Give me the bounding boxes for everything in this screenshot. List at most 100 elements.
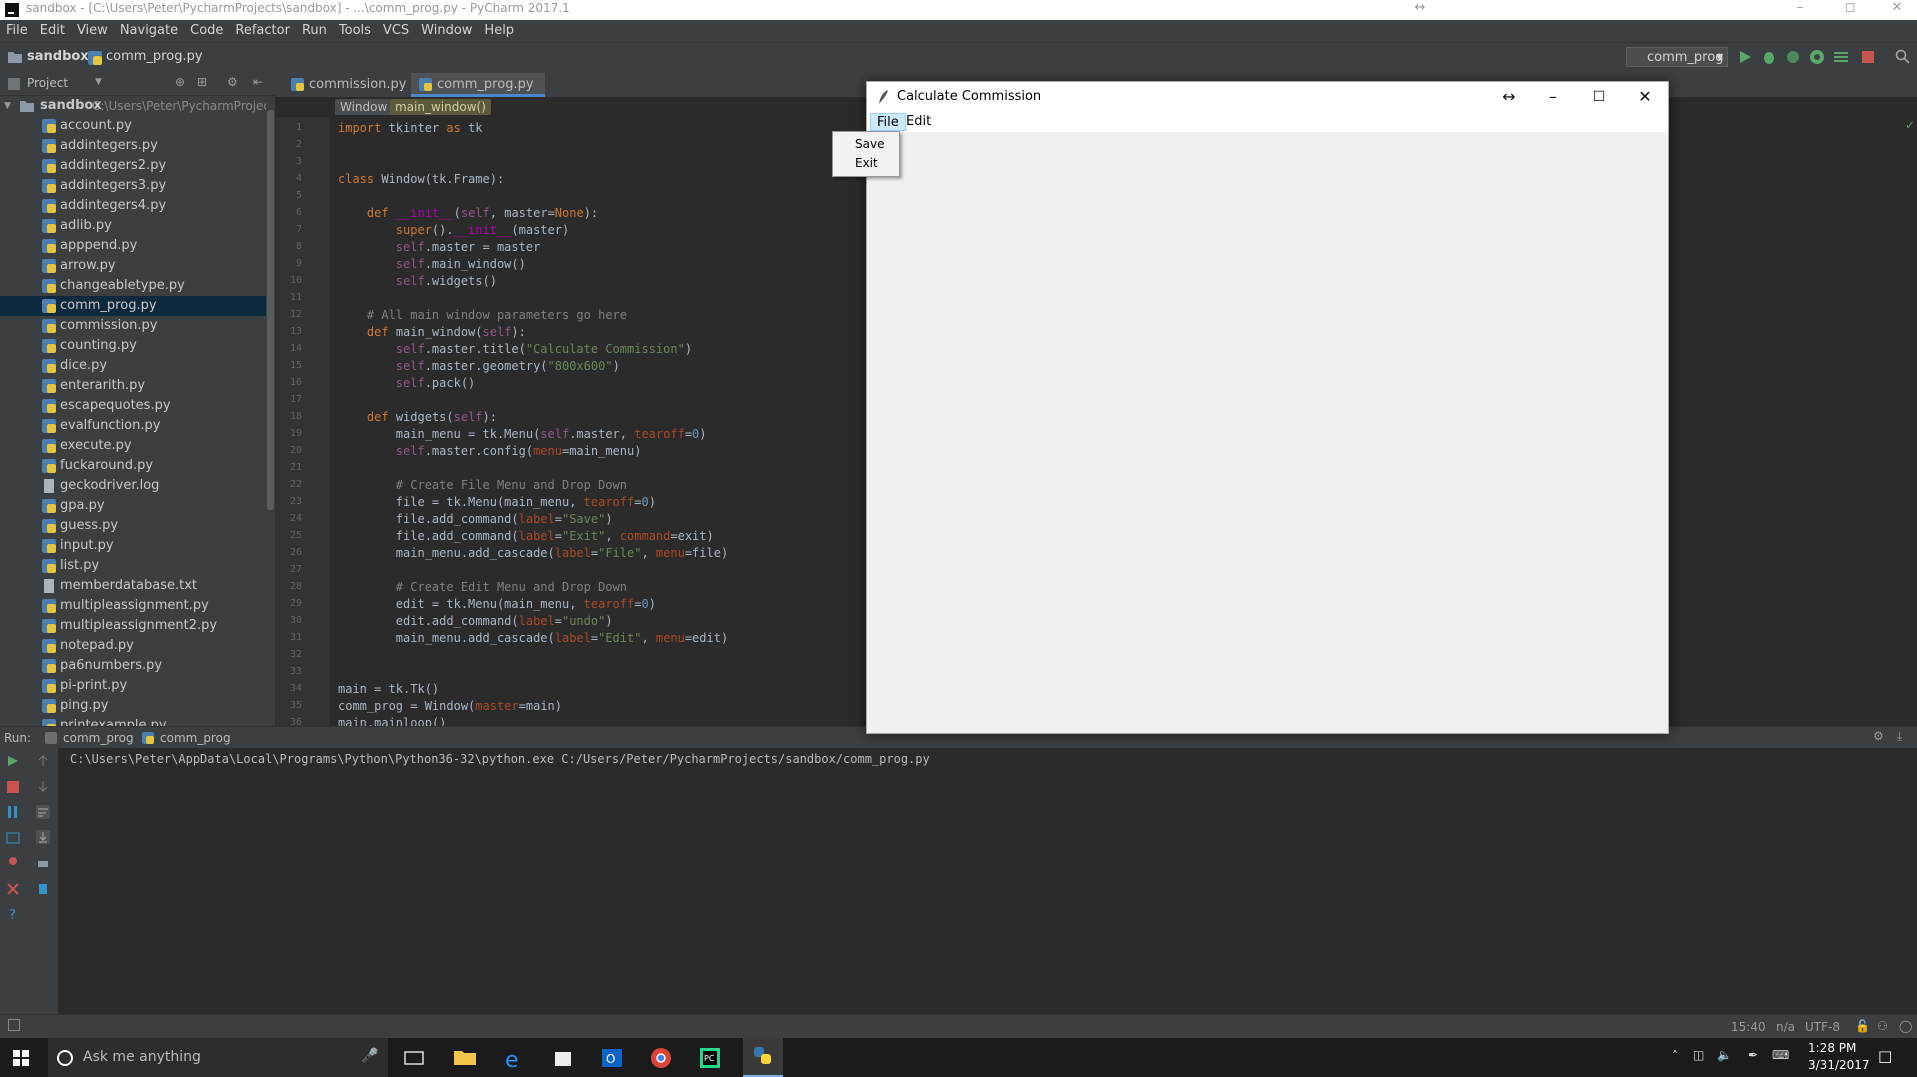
tree-file-item[interactable]: gpa.py (0, 496, 266, 516)
stop-icon[interactable] (1860, 49, 1876, 65)
menu-navigate[interactable]: Navigate (114, 20, 184, 42)
tree-file-item[interactable]: addintegers4.py (0, 196, 266, 216)
edge-browser-icon[interactable]: e (498, 1042, 530, 1074)
sync-icon[interactable]: ⊕ (175, 75, 185, 89)
windows-start-icon[interactable] (13, 1050, 29, 1066)
maximize-button[interactable]: ◻ (1830, 0, 1870, 20)
inspector-icon[interactable]: ⚇ (1877, 1019, 1888, 1033)
menu-file[interactable]: File (0, 20, 34, 42)
action-center-icon[interactable]: □ (1878, 1047, 1892, 1065)
chrome-icon[interactable] (645, 1042, 677, 1074)
scrollbar-thumb[interactable] (267, 110, 274, 510)
store-icon[interactable] (547, 1042, 579, 1074)
tree-file-item[interactable]: enterarith.py (0, 376, 266, 396)
run-configuration-select[interactable]: comm_prog ▼ (1626, 47, 1728, 67)
keyboard-icon[interactable]: ⌨ (1772, 1048, 1789, 1062)
print-icon[interactable] (36, 856, 50, 870)
menu-edit[interactable]: Edit (34, 20, 71, 42)
taskbar-search[interactable]: Ask me anything 🎤 (48, 1038, 388, 1077)
network-icon[interactable]: ◫ (1693, 1048, 1704, 1062)
tk-minimize-button[interactable]: – (1530, 82, 1576, 112)
tk-menu-edit[interactable]: Edit (900, 113, 937, 131)
tool-window-icon[interactable] (8, 1019, 20, 1031)
soft-wrap-icon[interactable] (36, 805, 50, 819)
tree-file-item[interactable]: dice.py (0, 356, 266, 376)
coverage-icon[interactable] (1785, 49, 1801, 65)
tree-file-item[interactable]: arrow.py (0, 256, 266, 276)
search-icon[interactable] (1895, 49, 1911, 65)
tree-file-item[interactable]: addintegers.py (0, 136, 266, 156)
tree-file-item[interactable]: ping.py (0, 696, 266, 716)
tree-file-item[interactable]: addintegers2.py (0, 156, 266, 176)
tree-file-item[interactable]: printexample.py (0, 716, 266, 726)
task-view-icon[interactable] (398, 1042, 430, 1074)
volume-icon[interactable]: 🔈 (1717, 1048, 1732, 1062)
collapse-icon[interactable]: ⊞ (197, 75, 207, 89)
tree-file-item[interactable]: apppend.py (0, 236, 266, 256)
tk-close-button[interactable]: ✕ (1622, 82, 1668, 112)
chevron-down-icon[interactable]: ▼ (4, 96, 11, 116)
menu-vcs[interactable]: VCS (377, 20, 415, 42)
tree-file-item[interactable]: changeabletype.py (0, 276, 266, 296)
gear-icon[interactable]: ⚙ (227, 75, 238, 89)
layout-icon[interactable] (6, 831, 20, 845)
clock-time[interactable]: 1:28 PM (1808, 1041, 1856, 1055)
arrow-down-icon[interactable] (36, 779, 50, 793)
breadcrumb-project[interactable]: sandbox (27, 49, 89, 64)
run-tab-2[interactable]: comm_prog (160, 731, 231, 745)
menu-item-exit[interactable]: Exit (855, 156, 878, 170)
run-tab-1[interactable]: comm_prog (63, 731, 134, 745)
tk-app-window[interactable]: Calculate Commission ↔ – ☐ ✕ File Edit (866, 81, 1669, 734)
tree-file-item[interactable]: fuckaround.py (0, 456, 266, 476)
lock-icon[interactable]: 🔓 (1855, 1019, 1870, 1033)
menu-help[interactable]: Help (478, 20, 520, 42)
project-view-label[interactable]: Project (27, 76, 68, 90)
pin-icon[interactable] (6, 856, 20, 870)
tree-file-item[interactable]: escapequotes.py (0, 396, 266, 416)
menu-run[interactable]: Run (296, 20, 333, 42)
pycharm-icon[interactable]: PC (694, 1042, 726, 1074)
minimize-button[interactable]: – (1780, 0, 1820, 20)
breadcrumb-class[interactable]: Window (335, 99, 393, 115)
tree-file-item[interactable]: execute.py (0, 436, 266, 456)
tree-file-item[interactable]: counting.py (0, 336, 266, 356)
menu-code[interactable]: Code (184, 20, 229, 42)
stop-icon[interactable] (6, 780, 20, 794)
python-taskbar-item[interactable] (743, 1038, 783, 1077)
notifications-icon[interactable]: ◯ (1899, 1019, 1912, 1033)
project-scrollbar[interactable] (266, 96, 275, 726)
tree-file-item[interactable]: pi-print.py (0, 676, 266, 696)
debug-icon[interactable] (1761, 49, 1777, 65)
tree-file-item[interactable]: geckodriver.log (0, 476, 266, 496)
tree-root[interactable]: ▼ sandbox C:\Users\Peter\PycharmProjects… (0, 96, 266, 116)
tree-file-item[interactable]: input.py (0, 536, 266, 556)
run-icon[interactable] (1737, 49, 1753, 65)
tree-file-item[interactable]: commission.py (0, 316, 266, 336)
hide-panel-icon[interactable]: ⤓ (1897, 729, 1902, 744)
line-separator[interactable]: n/a (1776, 1020, 1795, 1034)
pause-icon[interactable] (6, 805, 20, 819)
tree-file-item[interactable]: adlib.py (0, 216, 266, 236)
breadcrumb-file[interactable]: comm_prog.py (106, 49, 203, 64)
tree-file-item[interactable]: addintegers3.py (0, 176, 266, 196)
tree-file-item[interactable]: guess.py (0, 516, 266, 536)
tk-maximize-button[interactable]: ☐ (1576, 82, 1622, 112)
menu-window[interactable]: Window (415, 20, 478, 42)
hide-panel-icon[interactable]: ⇤ (253, 75, 263, 89)
close-button[interactable]: ✕ (1877, 0, 1917, 20)
tree-file-item[interactable]: account.py (0, 116, 266, 136)
tree-file-item[interactable]: multipleassignment2.py (0, 616, 266, 636)
profile-icon[interactable] (1809, 49, 1825, 65)
help-icon[interactable]: ? (6, 907, 20, 921)
caret-position[interactable]: 15:40 (1731, 1020, 1766, 1034)
arrow-up-icon[interactable] (36, 754, 50, 768)
pen-icon[interactable]: ✒ (1748, 1048, 1758, 1062)
tree-file-item[interactable]: evalfunction.py (0, 416, 266, 436)
trash-icon[interactable] (36, 881, 50, 895)
microphone-icon[interactable]: 🎤 (361, 1048, 378, 1064)
menu-refactor[interactable]: Refactor (229, 20, 296, 42)
file-encoding[interactable]: UTF-8 (1805, 1020, 1840, 1034)
tab-commission[interactable]: commission.py ✕ (283, 73, 409, 116)
outlook-icon[interactable]: O (596, 1042, 628, 1074)
chevron-up-icon[interactable]: ˄ (1672, 1049, 1678, 1063)
